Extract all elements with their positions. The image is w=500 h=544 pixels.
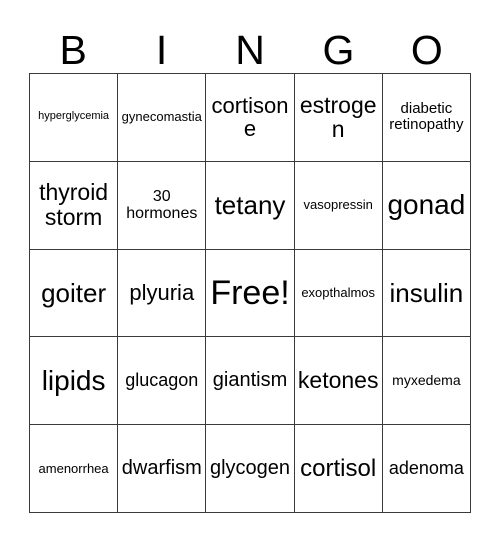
bingo-header-row: B I N G O [29,18,471,73]
bingo-cell-label: ketones [297,367,379,394]
bingo-cell[interactable]: adenoma [382,425,471,513]
bingo-card: B I N G O hyperglycemia gynecomastia cor… [0,0,500,544]
bingo-cell-label: exopthalmos [301,284,376,300]
bingo-cell[interactable]: insulin [382,249,471,338]
bingo-cell-label: insulin [389,277,464,308]
bingo-cell[interactable]: amenorrhea [30,425,119,513]
bingo-cell[interactable]: diabetic retinopathy [382,74,471,162]
bingo-cell-label: estrogen [299,91,377,143]
bingo-cell[interactable]: thyroid storm [30,161,119,250]
bingo-cell[interactable]: exopthalmos [294,249,383,338]
bingo-grid: hyperglycemia gynecomastia cortisone est… [29,73,471,513]
bingo-cell-label: tetany [214,190,286,221]
bingo-cell-free-space[interactable]: Free! [206,249,295,338]
bingo-cell[interactable]: plyuria [118,249,207,338]
bingo-cell-label: amenorrhea [38,460,109,476]
bingo-cell-label: goiter [41,277,107,308]
bingo-cell[interactable]: glucagon [118,337,207,426]
bingo-cell-label: dwarfism [121,456,202,479]
header-letter-g: G [322,27,355,73]
bingo-cell-label: glucagon [125,370,199,391]
bingo-cell[interactable]: dwarfism [118,425,207,513]
bingo-cell[interactable]: cortisol [294,425,383,513]
bingo-cell-label: lipids [41,364,106,396]
bingo-cell-label: glycogen [209,456,291,479]
bingo-cell-label: giantism [212,368,288,391]
bingo-cell[interactable]: hyperglycemia [30,74,119,162]
header-letter-i: I [155,27,168,73]
bingo-cell-label: 30 hormones [126,187,198,223]
bingo-cell-label: cortisone [211,92,289,142]
bingo-cell[interactable]: gynecomastia [118,74,207,162]
bingo-cell-label: diabetic retinopathy [389,100,464,134]
bingo-cell-label: thyroid storm [39,179,109,231]
bingo-cell-label: cortisol [300,454,377,482]
header-letter-b: B [59,27,87,73]
bingo-cell[interactable]: goiter [30,249,119,338]
bingo-cell[interactable]: vasopressin [294,161,383,250]
bingo-cell[interactable]: lipids [30,337,119,426]
bingo-cell[interactable]: cortisone [206,74,295,162]
bingo-cell[interactable]: estrogen [294,74,383,162]
bingo-cell[interactable]: gonad [382,161,471,250]
bingo-cell-label: adenoma [388,457,464,478]
bingo-cell[interactable]: 30 hormones [118,161,207,250]
bingo-cell[interactable]: myxedema [382,337,471,426]
header-letter-n: N [235,27,265,73]
bingo-cell[interactable]: glycogen [206,425,295,513]
bingo-cell-label: gonad [387,189,466,221]
bingo-cell-label: hyperglycemia [38,110,110,123]
bingo-cell-label: gynecomastia [121,109,202,125]
bingo-cell-label: plyuria [129,280,195,306]
bingo-cell-label: myxedema [392,372,461,389]
bingo-cell[interactable]: tetany [206,161,295,250]
bingo-cell[interactable]: giantism [206,337,295,426]
bingo-cell-label: Free! [210,273,290,312]
header-letter-o: O [410,27,443,73]
bingo-cell-label: vasopressin [303,197,373,213]
bingo-cell[interactable]: ketones [294,337,383,426]
